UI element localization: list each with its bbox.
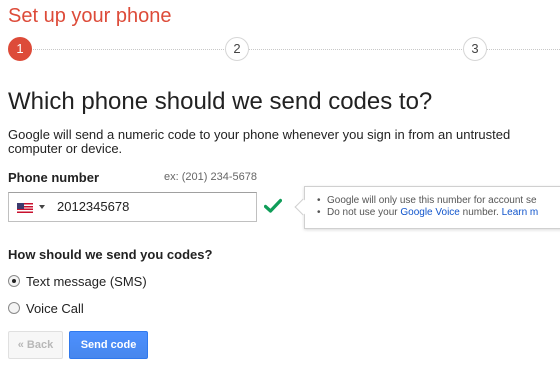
step-1-indicator: 1 (8, 37, 32, 61)
country-selector[interactable] (17, 202, 57, 214)
sms-label[interactable]: Text message (SMS) (26, 274, 147, 289)
main-heading: Which phone should we send codes to? (8, 88, 433, 115)
voice-call-radio[interactable] (8, 302, 20, 314)
tooltip-text: Do not use your (327, 207, 401, 218)
back-button[interactable]: « Back (8, 331, 63, 359)
step-3-indicator: 3 (463, 37, 487, 61)
send-code-button[interactable]: Send code (69, 331, 148, 359)
setup-phone-page: Set up your phone 1 2 3 Which phone shou… (0, 0, 560, 370)
tooltip-item: Google will only use this number for acc… (317, 195, 538, 207)
us-flag-icon (17, 203, 33, 213)
tooltip-item: Do not use your Google Voice number. Lea… (317, 207, 538, 219)
google-voice-link[interactable]: Google Voice (400, 207, 460, 218)
learn-more-link[interactable]: Learn m (502, 207, 539, 218)
tooltip-text: number. (459, 207, 502, 218)
chevron-down-icon (39, 205, 45, 209)
description-text: Google will send a numeric code to your … (8, 127, 511, 156)
phone-example-hint: ex: (201) 234-5678 (164, 171, 257, 183)
page-title: Set up your phone (8, 5, 172, 27)
phone-number-label: Phone number (8, 170, 100, 185)
send-method-question: How should we send you codes? (8, 247, 213, 262)
phone-number-input[interactable]: 2012345678 (57, 199, 129, 215)
phone-info-tooltip: Google will only use this number for acc… (304, 186, 560, 229)
phone-number-field: 2012345678 (8, 192, 257, 222)
sms-radio[interactable] (8, 275, 20, 287)
step-2-indicator: 2 (225, 37, 249, 61)
voice-call-label[interactable]: Voice Call (26, 301, 84, 316)
checkmark-icon (264, 198, 282, 213)
tooltip-text: Google will only use this number for acc… (327, 195, 537, 206)
